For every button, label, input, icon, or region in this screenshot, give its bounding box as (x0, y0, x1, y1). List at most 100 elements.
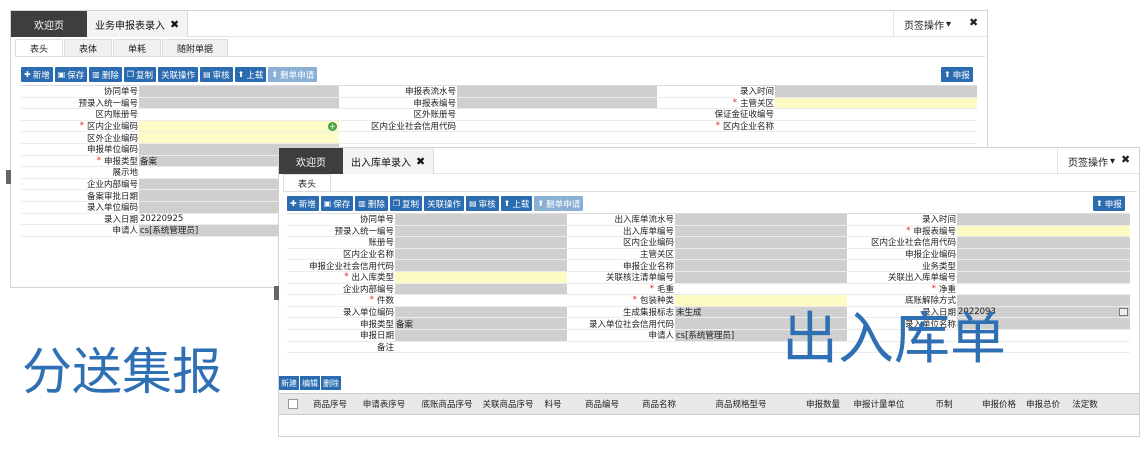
related-ops-button[interactable]: 关联操作 (158, 67, 199, 82)
save-button[interactable]: ▣ 保存 (54, 67, 88, 82)
copy-button[interactable]: ❐ 复制 (123, 67, 157, 82)
form-label: * 包装种类 (632, 295, 674, 306)
customs-district-field[interactable] (775, 97, 977, 109)
remark-field[interactable] (395, 341, 1130, 353)
copy-button[interactable]: ❐ 复制 (389, 196, 423, 211)
add-icon[interactable]: + (328, 121, 337, 131)
delete-button[interactable]: ▥ 删除 (89, 67, 122, 82)
column-header[interactable]: 法定数 (1065, 398, 1105, 410)
inner-company-code-field[interactable]: + (139, 120, 339, 132)
close-icon[interactable]: ✖ (416, 155, 425, 168)
page-ops-menu[interactable]: 页签操作 ▾ (893, 11, 951, 37)
declaration-no-field[interactable] (957, 225, 1130, 237)
tab-declaration-entry[interactable]: 业务申报表录入 ✖ (87, 11, 189, 37)
related-stock-no-field[interactable] (957, 271, 1130, 283)
serial-no-field[interactable] (457, 86, 657, 97)
new-button[interactable]: ✚ 新增 (21, 67, 53, 82)
customs-district-field[interactable] (675, 248, 847, 260)
outer-account-field[interactable] (457, 109, 657, 120)
collapse-handle[interactable] (274, 286, 279, 300)
subtab-header[interactable]: 表头 (283, 174, 332, 191)
inner-credit-code-field[interactable] (957, 237, 1130, 248)
declare-type-field[interactable]: 备案 (395, 318, 567, 329)
inner-credit-code-field[interactable] (457, 120, 657, 132)
column-header[interactable]: 关联商品序号 (479, 398, 537, 410)
plus-icon: ✚ (24, 70, 31, 79)
column-header[interactable]: 料号 (537, 398, 569, 410)
column-header[interactable]: 币制 (911, 398, 977, 410)
stock-type-field[interactable] (395, 271, 567, 283)
declare-button[interactable]: ⬆ 申报 (941, 67, 973, 82)
select-all-checkbox[interactable] (288, 399, 298, 409)
column-header[interactable]: 商品编号 (569, 398, 635, 410)
column-header[interactable]: 申报价格 (977, 398, 1021, 410)
subtab-body[interactable]: 表体 (64, 39, 113, 56)
review-button[interactable]: ▤ 审核 (200, 67, 233, 82)
review-button[interactable]: ▤ 审核 (466, 196, 499, 211)
declare-button[interactable]: ⬆ 申报 (1093, 196, 1125, 211)
column-header[interactable]: 申报计量单位 (847, 398, 911, 410)
column-header[interactable]: 底账商品序号 (415, 398, 479, 410)
column-header[interactable]: 商品名称 (635, 398, 683, 410)
column-header[interactable]: 申请表序号 (353, 398, 415, 410)
entry-unit-code-field[interactable] (395, 306, 567, 318)
outer-company-code-field[interactable] (139, 132, 339, 143)
declare-company-code-field[interactable] (957, 248, 1130, 260)
related-list-no-field[interactable] (675, 271, 847, 283)
subtab-header[interactable]: 表头 (15, 39, 64, 56)
delete-row-button[interactable]: 删除 (321, 376, 341, 390)
tab-welcome[interactable]: 欢迎页 (279, 148, 343, 174)
declare-credit-code-field[interactable] (395, 260, 567, 271)
pre-entry-no-field[interactable] (139, 97, 339, 109)
gross-weight-field[interactable] (675, 283, 847, 295)
form-label: * 区内企业编码 (79, 121, 138, 132)
upload-button[interactable]: ⬆ 上载 (234, 67, 267, 82)
column-header[interactable]: 商品序号 (307, 398, 353, 410)
inner-company-name-field[interactable] (775, 120, 977, 132)
save-button[interactable]: ▣ 保存 (320, 196, 354, 211)
declaration-no-field[interactable] (457, 97, 657, 109)
stock-no-field[interactable] (675, 225, 847, 237)
calendar-icon[interactable] (1119, 308, 1128, 317)
cancel-request-button[interactable]: ⬆ 删单申请 (534, 196, 584, 211)
related-ops-button[interactable]: 关联操作 (424, 196, 465, 211)
close-icon[interactable]: ✖ (170, 18, 179, 31)
column-header[interactable]: 商品规格型号 (683, 398, 799, 410)
tab-welcome[interactable]: 欢迎页 (11, 11, 87, 37)
inner-account-field[interactable] (139, 109, 339, 120)
declare-company-name-field[interactable] (675, 260, 847, 271)
collab-no-field[interactable] (139, 86, 339, 97)
column-header[interactable]: 申报数量 (799, 398, 847, 410)
upload-button[interactable]: ⬆ 上载 (500, 196, 533, 211)
column-header[interactable]: 申报总价 (1021, 398, 1065, 410)
pieces-field[interactable] (395, 295, 567, 306)
subtab-attachments[interactable]: 随附单据 (162, 39, 229, 56)
inner-company-code-field[interactable] (675, 237, 847, 248)
collapse-handle[interactable] (6, 170, 11, 184)
new-button[interactable]: ✚ 新增 (287, 196, 319, 211)
inner-company-name-field[interactable] (395, 248, 567, 260)
edit-row-button[interactable]: 编辑 (300, 376, 320, 390)
cancel-request-button[interactable]: ⬆ 删单申请 (268, 67, 318, 82)
net-weight-field[interactable] (957, 283, 1130, 295)
business-type-field[interactable] (957, 260, 1130, 271)
deposit-no-field[interactable] (775, 109, 977, 120)
stock-serial-field[interactable] (675, 214, 847, 225)
page-ops-label: 页签操作 (1068, 157, 1108, 169)
form-label: 区内企业社会信用代码 (370, 122, 456, 132)
subtab-consumption[interactable]: 单耗 (113, 39, 162, 56)
entry-time-field[interactable] (775, 86, 977, 97)
entry-time-field[interactable] (957, 214, 1130, 225)
close-all-icon[interactable]: ✖ (969, 16, 978, 29)
declare-date-field[interactable] (395, 329, 567, 341)
pre-entry-no-field[interactable] (395, 225, 567, 237)
tab-stock-entry[interactable]: 出入库单录入 ✖ (343, 148, 435, 174)
account-no-field[interactable] (395, 237, 567, 248)
create-row-button[interactable]: 新建 (279, 376, 299, 390)
internal-no-field[interactable] (395, 283, 567, 295)
close-all-icon[interactable]: ✖ (1121, 153, 1130, 166)
collab-no-field[interactable] (395, 214, 567, 225)
page-ops-menu[interactable]: 页签操作 ▾ (1057, 148, 1115, 174)
delete-button[interactable]: ▥ 删除 (355, 196, 388, 211)
form-label: 申报企业编码 (904, 250, 956, 260)
